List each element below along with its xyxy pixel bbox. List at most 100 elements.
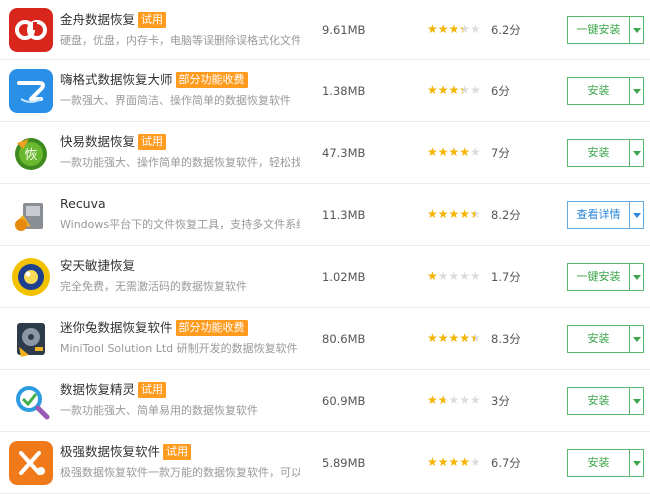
app-tag: 部分功能收费 (175, 320, 248, 336)
app-tag: 部分功能收费 (175, 72, 248, 88)
install-button[interactable]: 安装 (568, 325, 630, 352)
rating-stars: ★★★★★★★★★★ (427, 207, 481, 220)
install-button-group: 安装 (567, 386, 644, 415)
install-button[interactable]: 安装 (568, 449, 630, 476)
app-name[interactable]: 金舟数据恢复 (60, 12, 135, 27)
jiqiang-logo-icon[interactable] (9, 440, 53, 485)
software-list: 金舟数据恢复 试用 硬盘，优盘，内存卡，电脑等误删除误格式化文件... 9.61M… (0, 0, 650, 494)
app-description: 完全免费，无需激活码的数据恢复软件 (60, 280, 247, 293)
dropdown-arrow-icon[interactable] (630, 140, 643, 166)
install-button-group: 安装 (567, 448, 644, 477)
install-button-group: 安装 (567, 138, 644, 167)
app-rating: ★★★★★★★★★★ 6分 (427, 83, 510, 99)
app-description: 一款功能强大、简单易用的数据恢复软件 (60, 404, 258, 417)
install-button-group: 安装 (567, 324, 644, 353)
app-size: 47.3MB (322, 145, 366, 160)
dropdown-arrow-icon[interactable] (630, 264, 643, 290)
app-score: 7分 (491, 145, 510, 160)
install-button-group: 安装 (567, 76, 644, 105)
minitool-logo-icon[interactable] (9, 316, 53, 361)
list-item: Recuva Windows平台下的文件恢复工具，支持多文件系统 11.3MB … (0, 184, 650, 246)
app-description: MiniTool Solution Ltd 研制开发的数据恢复软件 (60, 342, 298, 355)
app-title: 极强数据恢复软件 试用 (60, 443, 192, 461)
app-description: 一款强大、界面简洁、操作简单的数据恢复软件 (60, 94, 291, 107)
dropdown-arrow-icon[interactable] (630, 17, 643, 43)
app-rating: ★★★★★★★★★★ 1.7分 (427, 269, 521, 285)
app-size: 80.6MB (322, 331, 366, 346)
list-item: 安天敏捷恢复 完全免费，无需激活码的数据恢复软件 1.02MB ★★★★★★★★… (0, 246, 650, 308)
app-score: 6.2分 (491, 22, 521, 37)
list-item: 数据恢复精灵 试用 一款功能强大、简单易用的数据恢复软件 60.9MB ★★★★★… (0, 370, 650, 432)
kuaiyi-logo-icon[interactable]: 恢 (9, 130, 53, 175)
rating-stars: ★★★★★★★★★★ (427, 22, 481, 35)
dropdown-arrow-icon[interactable] (630, 78, 643, 104)
app-title: 安天敏捷恢复 (60, 257, 135, 275)
rating-stars: ★★★★★★★★★★ (427, 83, 481, 96)
app-title: 迷你兔数据恢复软件 部分功能收费 (60, 319, 248, 337)
list-item: 金舟数据恢复 试用 硬盘，优盘，内存卡，电脑等误删除误格式化文件... 9.61M… (0, 0, 650, 60)
app-title: 嗨格式数据恢复大师 部分功能收费 (60, 71, 248, 89)
view-details-button[interactable]: 查看详情 (568, 201, 630, 228)
app-title: 快易数据恢复 试用 (60, 133, 167, 151)
app-score: 3分 (491, 393, 510, 408)
list-item: 嗨格式数据恢复大师 部分功能收费 一款强大、界面简洁、操作简单的数据恢复软件 1.… (0, 60, 650, 122)
dropdown-arrow-icon[interactable] (630, 450, 643, 476)
app-rating: ★★★★★★★★★★ 6.2分 (427, 22, 521, 38)
app-rating: ★★★★★★★★★★ 8.3分 (427, 331, 521, 347)
app-size: 1.38MB (322, 83, 366, 98)
list-item: 迷你兔数据恢复软件 部分功能收费 MiniTool Solution Ltd 研制… (0, 308, 650, 370)
app-name[interactable]: 快易数据恢复 (60, 134, 135, 149)
rating-stars: ★★★★★★★★★★ (427, 455, 481, 468)
app-rating: ★★★★★★★★★★ 3分 (427, 393, 510, 409)
app-title: 数据恢复精灵 试用 (60, 381, 167, 399)
app-size: 9.61MB (322, 22, 366, 37)
install-button[interactable]: 安装 (568, 387, 630, 414)
svg-text:恢: 恢 (24, 148, 37, 163)
rating-stars: ★★★★★★★★★★ (427, 393, 481, 406)
install-button[interactable]: 一键安装 (568, 263, 630, 290)
dropdown-arrow-icon[interactable] (630, 326, 643, 352)
app-name[interactable]: Recuva (60, 196, 106, 211)
dropdown-arrow-icon[interactable] (630, 388, 643, 414)
install-button[interactable]: 安装 (568, 139, 630, 166)
app-description: 硬盘，优盘，内存卡，电脑等误删除误格式化文件... (60, 34, 300, 47)
details-button-group: 查看详情 (567, 200, 644, 229)
app-title: 金舟数据恢复 试用 (60, 11, 167, 29)
app-description: 极强数据恢复软件一款万能的数据恢复软件，可以... (60, 466, 300, 479)
app-score: 8.2分 (491, 207, 521, 222)
rating-stars: ★★★★★★★★★★ (427, 331, 481, 344)
antian-logo-icon[interactable] (9, 254, 53, 299)
app-size: 5.89MB (322, 455, 366, 470)
app-name[interactable]: 极强数据恢复软件 (60, 444, 160, 459)
app-score: 6分 (491, 83, 510, 98)
install-button[interactable]: 一键安装 (568, 16, 630, 43)
install-button-group: 一键安装 (567, 15, 644, 44)
rating-stars: ★★★★★★★★★★ (427, 145, 481, 158)
app-size: 1.02MB (322, 269, 366, 284)
app-score: 6.7分 (491, 455, 521, 470)
app-name[interactable]: 迷你兔数据恢复软件 (60, 320, 173, 335)
app-tag: 试用 (138, 12, 167, 28)
app-name[interactable]: 嗨格式数据恢复大师 (60, 72, 173, 87)
app-tag: 试用 (138, 382, 167, 398)
app-description: 一款功能强大、操作简单的数据恢复软件，轻松找... (60, 156, 300, 169)
app-size: 11.3MB (322, 207, 366, 222)
hgs-logo-icon[interactable] (9, 68, 53, 113)
app-name[interactable]: 安天敏捷恢复 (60, 258, 135, 273)
app-name[interactable]: 数据恢复精灵 (60, 382, 135, 397)
dropdown-arrow-icon[interactable] (630, 202, 643, 228)
app-size: 60.9MB (322, 393, 366, 408)
jingling-logo-icon[interactable] (9, 378, 53, 423)
app-rating: ★★★★★★★★★★ 6.7分 (427, 455, 521, 471)
list-item: 恢 快易数据恢复 试用 一款功能强大、操作简单的数据恢复软件，轻松找... 47.… (0, 122, 650, 184)
install-button-group: 一键安装 (567, 262, 644, 291)
install-button[interactable]: 安装 (568, 77, 630, 104)
recuva-logo-icon[interactable] (9, 192, 53, 237)
app-tag: 试用 (138, 134, 167, 150)
app-tag: 试用 (163, 444, 192, 460)
app-rating: ★★★★★★★★★★ 7分 (427, 145, 510, 161)
app-score: 8.3分 (491, 331, 521, 346)
rating-stars: ★★★★★★★★★★ (427, 269, 481, 282)
jinzhou-logo-icon[interactable] (9, 7, 53, 52)
app-rating: ★★★★★★★★★★ 8.2分 (427, 207, 521, 223)
